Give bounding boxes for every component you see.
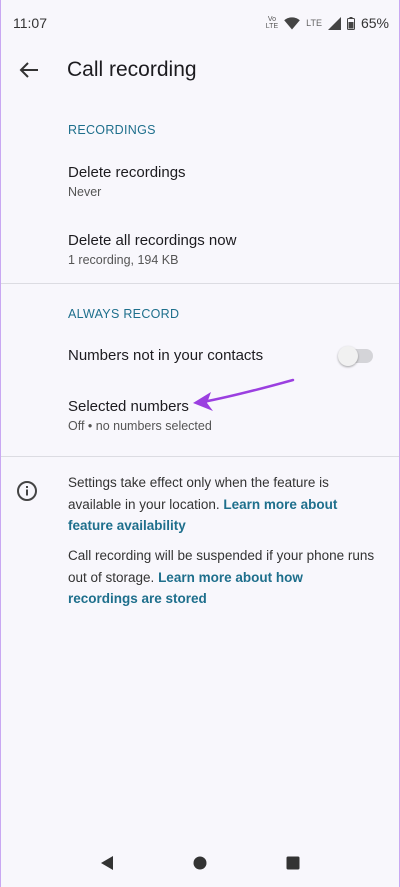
section-header-always-record: ALWAYS RECORD (68, 307, 180, 321)
lte-label: LTE (306, 18, 322, 28)
pref-title: Delete all recordings now (68, 232, 237, 249)
delete-recordings-item[interactable]: Delete recordings Never (68, 164, 375, 199)
delete-all-recordings-item[interactable]: Delete all recordings now 1 recording, 1… (68, 232, 375, 267)
nav-back-button[interactable] (87, 843, 127, 883)
square-recents-icon (286, 856, 300, 870)
back-button[interactable] (5, 46, 53, 94)
app-bar: Call recording (1, 46, 399, 94)
section-divider (1, 283, 399, 284)
arrow-back-icon (19, 62, 38, 78)
nav-recents-button[interactable] (273, 843, 313, 883)
battery-icon (346, 16, 355, 30)
screen: 11:07 Vo LTE LTE 65% Call recording RECO… (0, 0, 400, 887)
pref-title: Delete recordings (68, 164, 186, 181)
pref-summary: 1 recording, 194 KB (68, 253, 179, 267)
pref-title: Numbers not in your contacts (68, 347, 264, 364)
section-divider (1, 456, 399, 457)
status-bar: 11:07 Vo LTE LTE 65% (1, 0, 399, 46)
numbers-not-in-contacts-toggle[interactable] (338, 346, 373, 366)
status-time: 11:07 (13, 15, 47, 31)
numbers-not-in-contacts-item[interactable]: Numbers not in your contacts (68, 347, 319, 364)
annotation-arrow-icon (193, 378, 295, 411)
triangle-back-icon (101, 856, 114, 870)
info-paragraph-storage: Call recording will be suspended if your… (68, 548, 375, 606)
battery-percent: 65% (360, 15, 389, 31)
pref-summary: Off • no numbers selected (68, 419, 212, 433)
info-paragraph-availability: Settings take effect only when the featu… (68, 475, 338, 533)
page-title: Call recording (67, 58, 197, 81)
pref-summary: Never (68, 185, 102, 199)
info-icon (17, 481, 37, 501)
signal-icon (327, 16, 341, 30)
wifi-icon (284, 16, 300, 29)
section-header-recordings: RECORDINGS (68, 123, 156, 137)
volte-icon: Vo LTE (265, 16, 279, 30)
circle-home-icon (193, 856, 207, 870)
nav-home-button[interactable] (180, 843, 220, 883)
toggle-knob (338, 346, 358, 366)
system-nav-bar (1, 839, 399, 887)
status-icons: Vo LTE LTE 65% (266, 15, 389, 31)
